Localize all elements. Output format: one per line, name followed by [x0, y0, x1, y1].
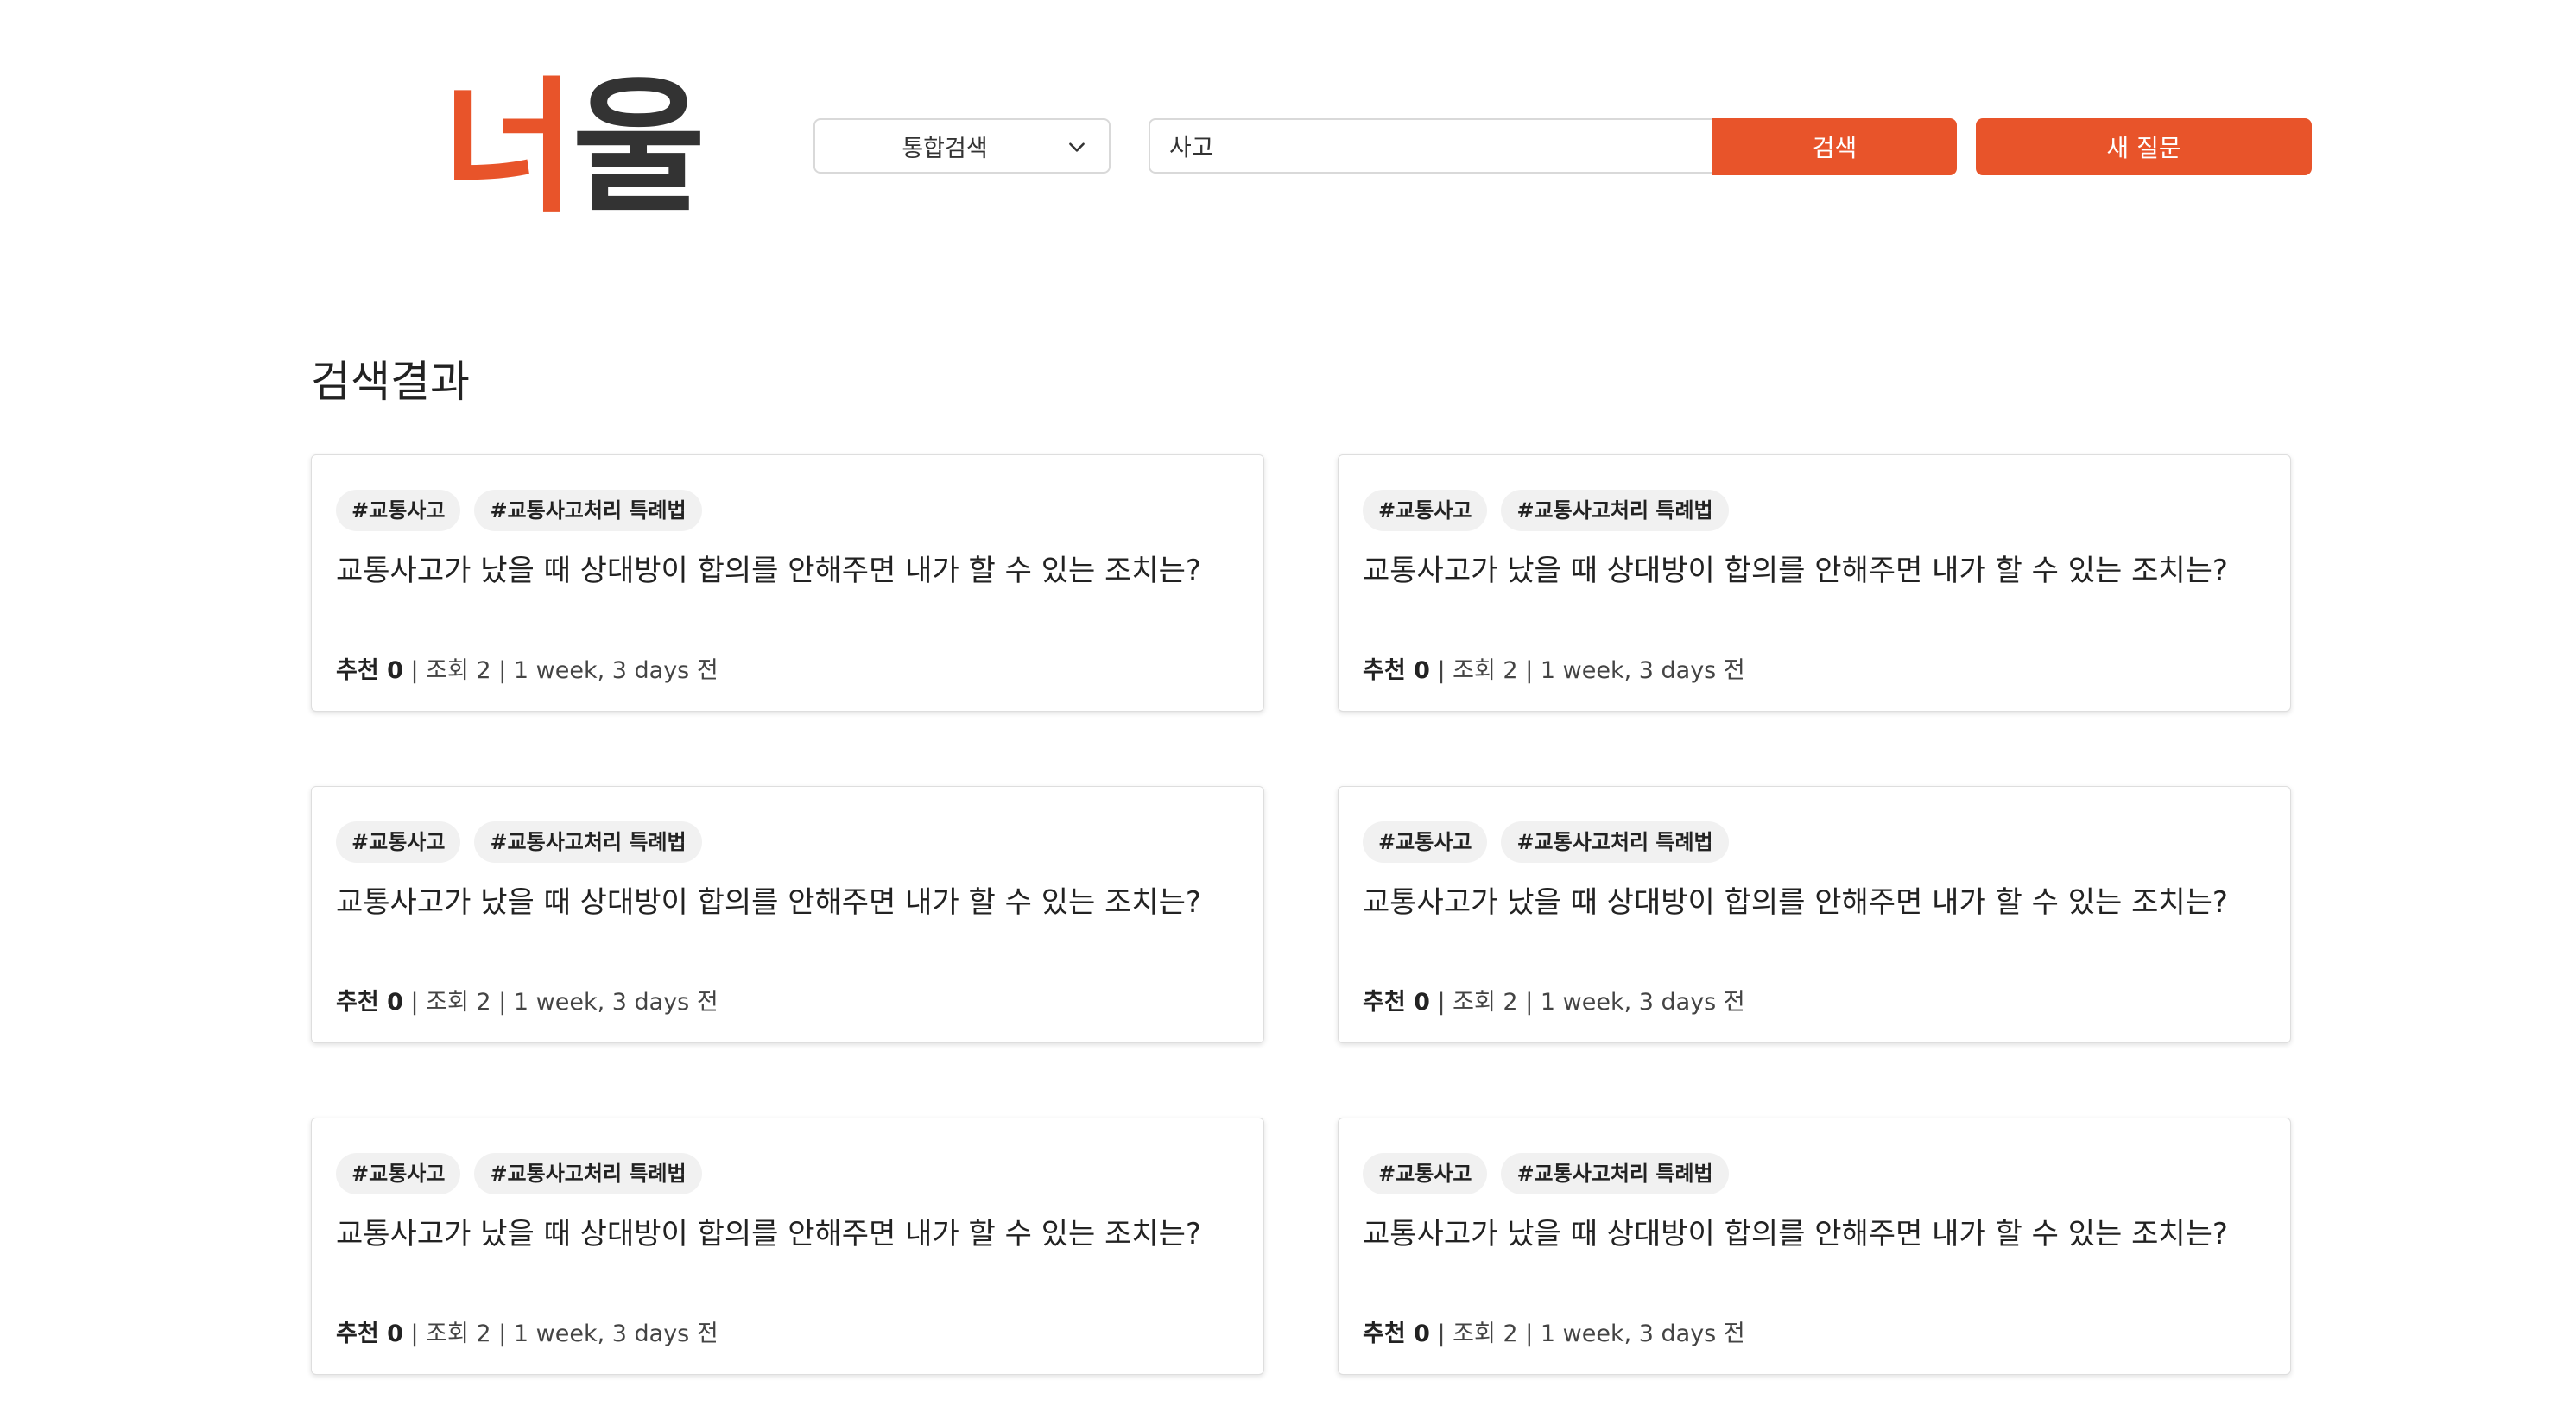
tag-list: #교통사고 #교통사고처리 특례법 [1363, 1153, 1729, 1194]
recommend-count: 추천 0 [336, 989, 403, 1016]
page: 너울 통합검색 검색 새 질문 검색결과 #교통사고 #교통사고처리 특례법 교… [0, 0, 2576, 1425]
question-meta: 추천 0 | 조회 2 | 1 week, 3 days 전 [1363, 985, 1745, 1020]
question-meta: 추천 0 | 조회 2 | 1 week, 3 days 전 [336, 985, 718, 1020]
view-count: 조회 2 [426, 989, 491, 1016]
tag-list: #교통사고 #교통사고처리 특례법 [1363, 821, 1729, 863]
meta-separator: | [1525, 989, 1541, 1016]
meta-separator: | [498, 989, 514, 1016]
tag-chip[interactable]: #교통사고 [1363, 490, 1488, 531]
recommend-count: 추천 0 [1363, 1320, 1430, 1347]
new-question-button[interactable]: 새 질문 [1976, 118, 2312, 175]
logo-char-1: 너 [442, 63, 576, 232]
search-scope-label: 통합검색 [902, 135, 988, 162]
tag-list: #교통사고 #교통사고처리 특례법 [1363, 490, 1729, 531]
result-card[interactable]: #교통사고 #교통사고처리 특례법 교통사고가 났을 때 상대방이 합의를 안해… [1338, 454, 2291, 712]
question-title[interactable]: 교통사고가 났을 때 상대방이 합의를 안해주면 내가 할 수 있는 조치는? [336, 550, 1246, 592]
search-scope-select[interactable]: 통합검색 [813, 118, 1111, 174]
posted-time: 1 week, 3 days 전 [513, 1320, 718, 1347]
meta-separator: | [1525, 657, 1541, 684]
meta-separator: | [410, 657, 427, 684]
question-title[interactable]: 교통사고가 났을 때 상대방이 합의를 안해주면 내가 할 수 있는 조치는? [336, 1213, 1246, 1255]
tag-list: #교통사고 #교통사고처리 특례법 [336, 490, 702, 531]
tag-chip[interactable]: #교통사고 [336, 490, 461, 531]
question-title[interactable]: 교통사고가 났을 때 상대방이 합의를 안해주면 내가 할 수 있는 조치는? [336, 882, 1246, 923]
question-meta: 추천 0 | 조회 2 | 1 week, 3 days 전 [1363, 1317, 1745, 1352]
tag-chip[interactable]: #교통사고처리 특례법 [1501, 1153, 1729, 1194]
meta-separator: | [410, 1320, 427, 1347]
meta-separator: | [1525, 1320, 1541, 1347]
tag-chip[interactable]: #교통사고처리 특례법 [474, 1153, 702, 1194]
recommend-count: 추천 0 [1363, 657, 1430, 684]
tag-list: #교통사고 #교통사고처리 특례법 [336, 821, 702, 863]
search-input[interactable] [1149, 118, 1713, 174]
question-title[interactable]: 교통사고가 났을 때 상대방이 합의를 안해주면 내가 할 수 있는 조치는? [1363, 882, 2273, 923]
view-count: 조회 2 [426, 1320, 491, 1347]
recommend-count: 추천 0 [336, 657, 403, 684]
view-count: 조회 2 [1453, 1320, 1518, 1347]
tag-chip[interactable]: #교통사고 [336, 1153, 461, 1194]
posted-time: 1 week, 3 days 전 [1540, 989, 1745, 1016]
page-title: 검색결과 [311, 357, 470, 407]
chevron-down-icon [1069, 142, 1085, 152]
question-title[interactable]: 교통사고가 났을 때 상대방이 합의를 안해주면 내가 할 수 있는 조치는? [1363, 1213, 2273, 1255]
posted-time: 1 week, 3 days 전 [1540, 657, 1745, 684]
site-logo[interactable]: 너울 [442, 63, 706, 232]
meta-separator: | [1437, 657, 1453, 684]
meta-separator: | [1437, 989, 1453, 1016]
view-count: 조회 2 [1453, 657, 1518, 684]
tag-chip[interactable]: #교통사고처리 특례법 [1501, 821, 1729, 863]
result-card[interactable]: #교통사고 #교통사고처리 특례법 교통사고가 났을 때 상대방이 합의를 안해… [1338, 786, 2291, 1043]
search-button[interactable]: 검색 [1712, 118, 1957, 175]
tag-chip[interactable]: #교통사고 [1363, 1153, 1488, 1194]
logo-char-2: 울 [572, 63, 706, 232]
meta-separator: | [1437, 1320, 1453, 1347]
posted-time: 1 week, 3 days 전 [1540, 1320, 1745, 1347]
tag-list: #교통사고 #교통사고처리 특례법 [336, 1153, 702, 1194]
meta-separator: | [410, 989, 427, 1016]
posted-time: 1 week, 3 days 전 [513, 989, 718, 1016]
view-count: 조회 2 [426, 657, 491, 684]
recommend-count: 추천 0 [1363, 989, 1430, 1016]
result-card[interactable]: #교통사고 #교통사고처리 특례법 교통사고가 났을 때 상대방이 합의를 안해… [311, 454, 1264, 712]
question-title[interactable]: 교통사고가 났을 때 상대방이 합의를 안해주면 내가 할 수 있는 조치는? [1363, 550, 2273, 592]
result-card[interactable]: #교통사고 #교통사고처리 특례법 교통사고가 났을 때 상대방이 합의를 안해… [311, 1118, 1264, 1375]
tag-chip[interactable]: #교통사고 [1363, 821, 1488, 863]
tag-chip[interactable]: #교통사고처리 특례법 [474, 821, 702, 863]
view-count: 조회 2 [1453, 989, 1518, 1016]
tag-chip[interactable]: #교통사고처리 특례법 [1501, 490, 1729, 531]
recommend-count: 추천 0 [336, 1320, 403, 1347]
meta-separator: | [498, 1320, 514, 1347]
tag-chip[interactable]: #교통사고 [336, 821, 461, 863]
result-card[interactable]: #교통사고 #교통사고처리 특례법 교통사고가 났을 때 상대방이 합의를 안해… [311, 786, 1264, 1043]
question-meta: 추천 0 | 조회 2 | 1 week, 3 days 전 [336, 654, 718, 688]
question-meta: 추천 0 | 조회 2 | 1 week, 3 days 전 [336, 1317, 718, 1352]
tag-chip[interactable]: #교통사고처리 특례법 [474, 490, 702, 531]
meta-separator: | [498, 657, 514, 684]
result-card[interactable]: #교통사고 #교통사고처리 특례법 교통사고가 났을 때 상대방이 합의를 안해… [1338, 1118, 2291, 1375]
question-meta: 추천 0 | 조회 2 | 1 week, 3 days 전 [1363, 654, 1745, 688]
posted-time: 1 week, 3 days 전 [513, 657, 718, 684]
